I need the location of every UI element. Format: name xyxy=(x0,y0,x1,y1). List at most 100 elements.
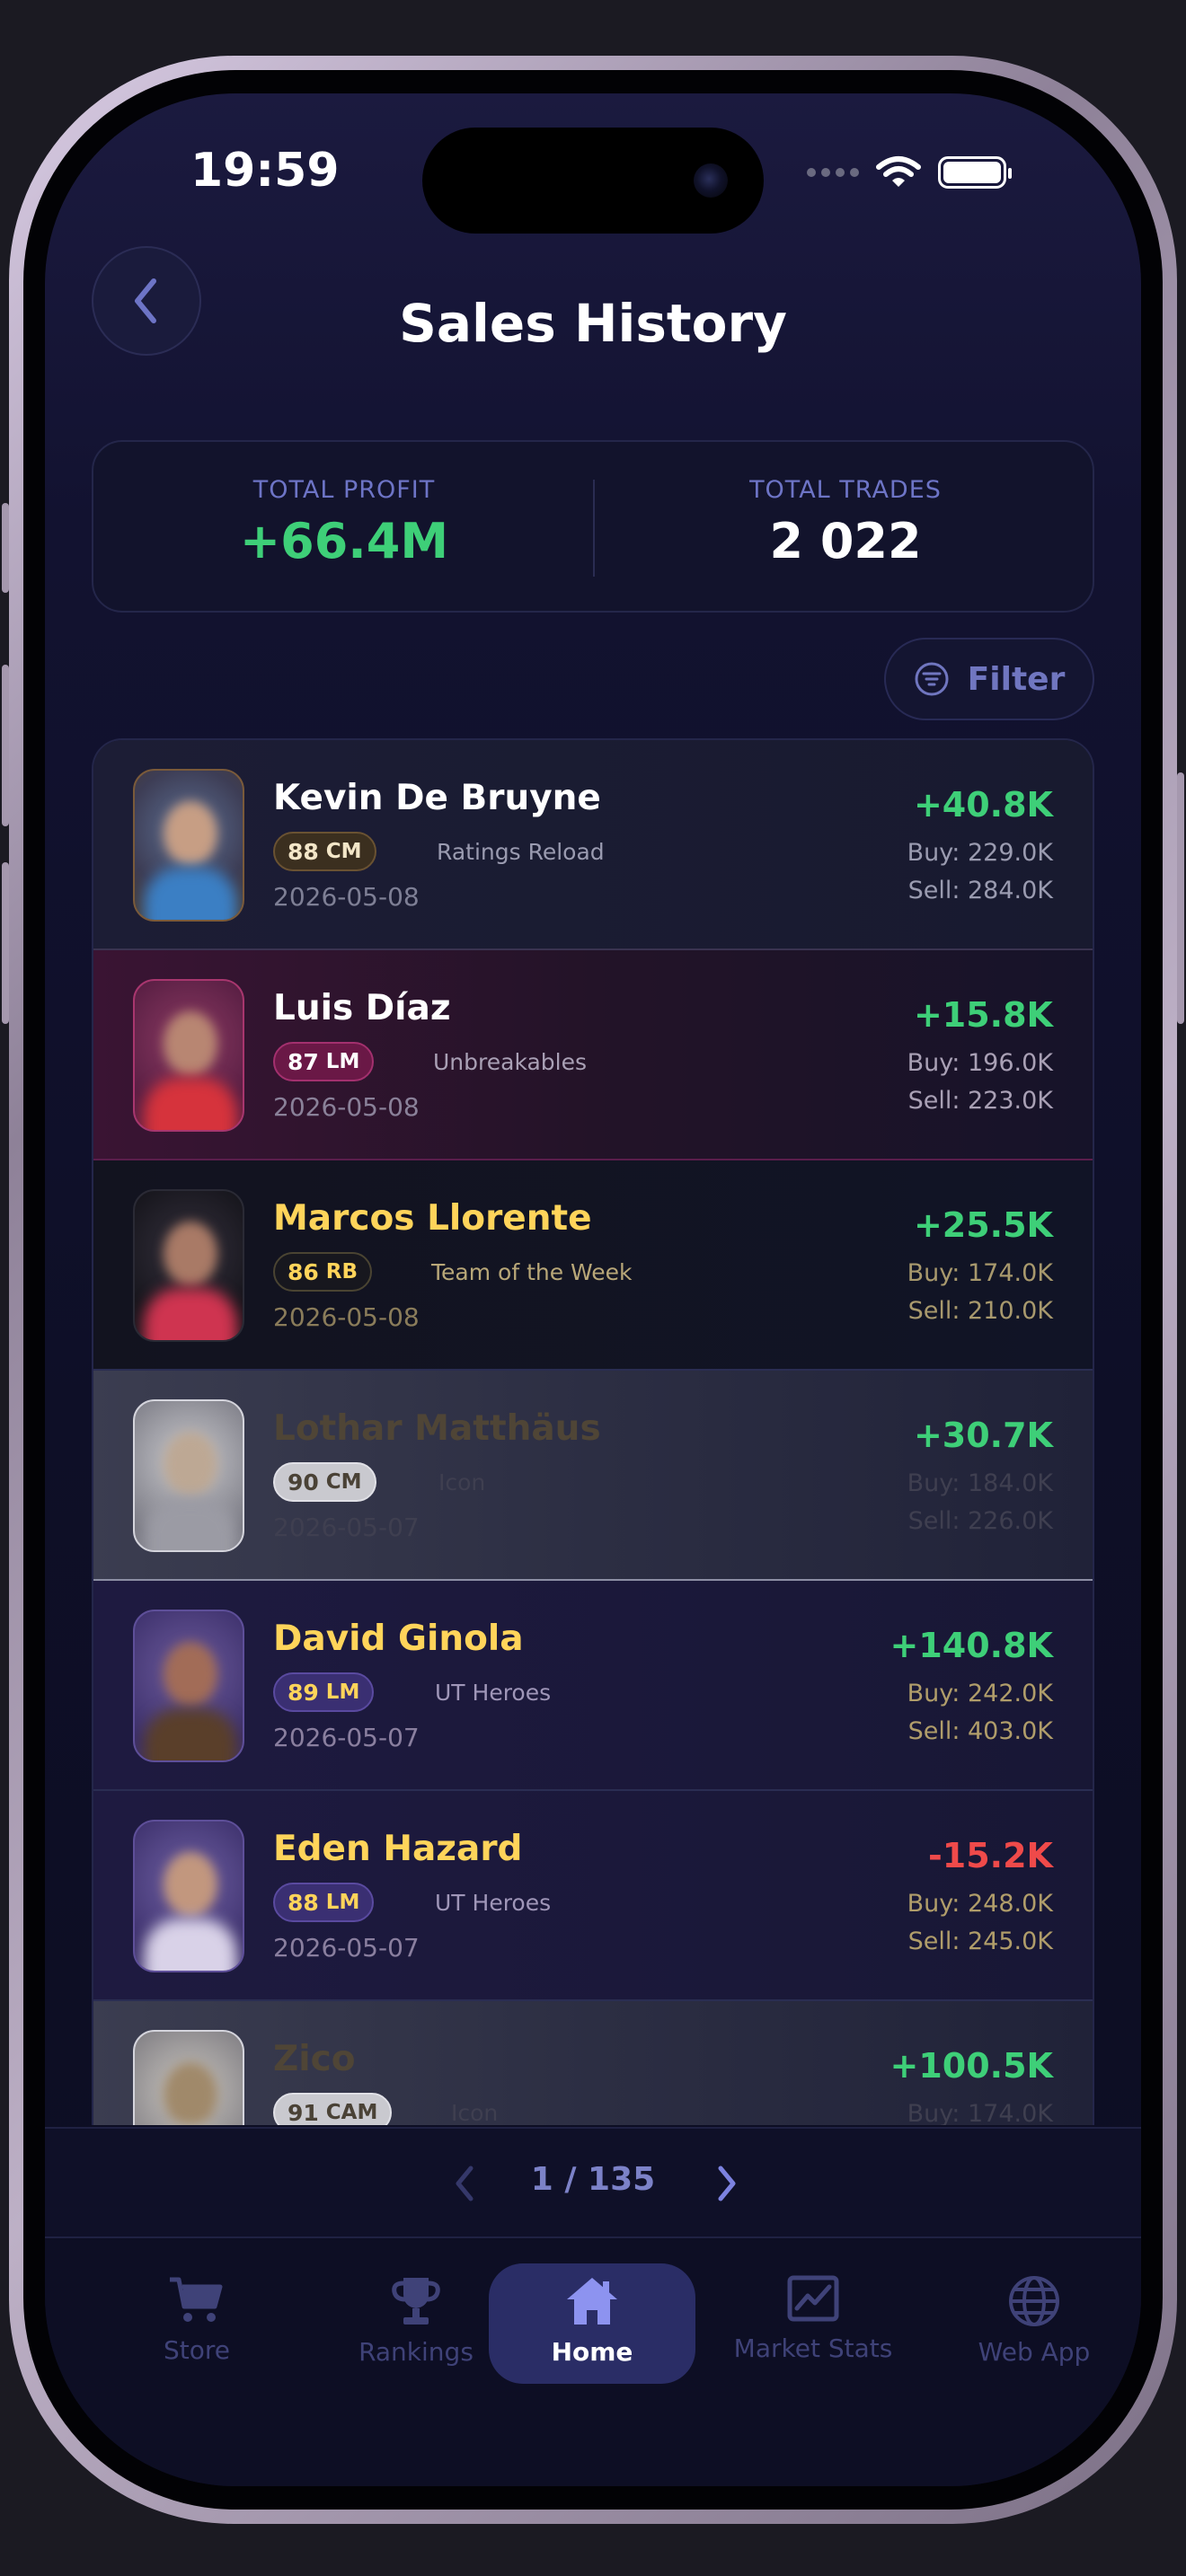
rating-value: 88 xyxy=(288,1889,319,1916)
profit-value: +30.7K xyxy=(913,1416,1053,1455)
promo-label: UT Heroes xyxy=(435,1890,552,1916)
tab-label: Store xyxy=(163,2335,230,2365)
buy-price: Buy: 229.0K xyxy=(907,839,1053,867)
filter-icon xyxy=(915,662,949,696)
profit-value: +140.8K xyxy=(890,1626,1053,1665)
globe-icon xyxy=(1009,2276,1059,2326)
player-avatar xyxy=(133,2030,244,2125)
total-profit-value: +66.4M xyxy=(239,513,449,569)
tab-label: Web App xyxy=(978,2337,1091,2367)
promo-label: Icon xyxy=(451,2100,499,2125)
total-profit: TOTAL PROFIT +66.4M xyxy=(93,442,595,614)
tab-store[interactable]: Store xyxy=(93,2263,300,2384)
sale-row[interactable]: Lothar Matthäus 90 CM Icon 2026-05-07 +3… xyxy=(93,1371,1093,1581)
profit-value: -15.2K xyxy=(928,1836,1053,1875)
profit-value: +15.8K xyxy=(913,995,1053,1035)
next-page-icon[interactable] xyxy=(708,2161,744,2206)
player-avatar xyxy=(133,1189,244,1342)
position-value: RB xyxy=(325,1260,358,1284)
player-avatar xyxy=(133,979,244,1132)
player-avatar xyxy=(133,1399,244,1552)
battery-icon xyxy=(938,156,1012,189)
promo-label: Team of the Week xyxy=(431,1259,633,1285)
player-name: Luis Díaz xyxy=(273,988,451,1028)
tab-market-stats[interactable]: Market Stats xyxy=(710,2263,916,2384)
player-name: Eden Hazard xyxy=(273,1829,523,1869)
player-avatar xyxy=(133,1610,244,1762)
tab-label: Home xyxy=(551,2337,633,2367)
volume-down-button xyxy=(2,862,9,1024)
buy-price: Buy: 196.0K xyxy=(907,1049,1053,1077)
buy-price: Buy: 184.0K xyxy=(907,1469,1053,1497)
summary-card: TOTAL PROFIT +66.4M TOTAL TRADES 2 022 xyxy=(92,440,1094,613)
sale-row[interactable]: Kevin De Bruyne 88 CM Ratings Reload 202… xyxy=(93,740,1093,950)
rating-badge: 90 CM xyxy=(273,1462,376,1502)
promo-label: Icon xyxy=(438,1469,486,1495)
total-trades-label: TOTAL TRADES xyxy=(749,476,942,504)
sell-price: Sell: 403.0K xyxy=(907,1717,1053,1745)
sale-row[interactable]: Marcos Llorente 86 RB Team of the Week 2… xyxy=(93,1160,1093,1371)
wifi-icon xyxy=(876,156,921,187)
sell-price: Sell: 226.0K xyxy=(907,1507,1053,1535)
sale-row[interactable]: Luis Díaz 87 LM Unbreakables 2026-05-08 … xyxy=(93,950,1093,1160)
home-icon xyxy=(567,2278,617,2325)
sale-date: 2026-05-07 xyxy=(273,1933,420,1963)
sale-date: 2026-05-08 xyxy=(273,1302,420,1332)
tab-web-app[interactable]: Web App xyxy=(931,2263,1137,2384)
profit-value: +25.5K xyxy=(913,1205,1053,1245)
profit-value: +40.8K xyxy=(913,785,1053,825)
promo-label: Unbreakables xyxy=(433,1049,588,1075)
screen: 19:59 Sales History TOTAL PROFIT +66.4M … xyxy=(45,93,1141,2486)
profit-value: +100.5K xyxy=(890,2046,1053,2086)
cart-icon xyxy=(170,2277,223,2322)
sale-row[interactable]: Eden Hazard 88 LM UT Heroes 2026-05-07 -… xyxy=(93,1791,1093,2001)
trophy-icon xyxy=(392,2278,440,2325)
position-value: CM xyxy=(325,1470,362,1494)
promo-label: Ratings Reload xyxy=(437,839,605,865)
position-value: CM xyxy=(325,840,362,863)
filter-label: Filter xyxy=(967,660,1066,698)
rating-value: 88 xyxy=(288,838,319,865)
sales-list[interactable]: Kevin De Bruyne 88 CM Ratings Reload 202… xyxy=(92,738,1094,2125)
side-button xyxy=(2,503,9,593)
rating-value: 91 xyxy=(288,2099,319,2126)
player-avatar xyxy=(133,1820,244,1972)
buy-price: Buy: 174.0K xyxy=(907,1259,1053,1287)
sell-price: Sell: 223.0K xyxy=(907,1087,1053,1115)
position-value: LM xyxy=(325,1891,360,1914)
dynamic-island xyxy=(422,128,764,234)
sale-date: 2026-05-08 xyxy=(273,1092,420,1122)
position-value: LM xyxy=(325,1050,360,1073)
buy-price: Buy: 174.0K xyxy=(907,2100,1053,2125)
position-value: CAM xyxy=(325,2101,378,2124)
volume-up-button xyxy=(2,665,9,826)
total-trades-value: 2 022 xyxy=(769,513,922,569)
filter-button[interactable]: Filter xyxy=(884,638,1094,720)
promo-label: UT Heroes xyxy=(435,1680,552,1706)
sale-date: 2026-05-07 xyxy=(273,1513,420,1542)
tab-home[interactable]: Home xyxy=(489,2263,695,2384)
rating-value: 86 xyxy=(288,1258,319,1285)
sell-price: Sell: 210.0K xyxy=(907,1297,1053,1325)
rating-badge: 88 CM xyxy=(273,832,376,871)
rating-value: 87 xyxy=(288,1048,319,1075)
signal-icon xyxy=(807,168,859,177)
position-value: LM xyxy=(325,1681,360,1704)
total-profit-label: TOTAL PROFIT xyxy=(252,476,436,504)
player-name: Lothar Matthäus xyxy=(273,1408,601,1449)
chart-icon xyxy=(787,2275,839,2322)
sale-row[interactable]: David Ginola 89 LM UT Heroes 2026-05-07 … xyxy=(93,1581,1093,1791)
status-icons xyxy=(807,154,1012,190)
page-indicator: 1 / 135 xyxy=(530,2161,656,2198)
rating-badge: 89 LM xyxy=(273,1672,375,1712)
rating-badge: 86 RB xyxy=(273,1252,373,1292)
rating-badge: 91 CAM xyxy=(273,2093,393,2126)
sale-date: 2026-05-08 xyxy=(273,882,420,912)
rating-badge: 88 LM xyxy=(273,1883,375,1922)
pagination: 1 / 135 xyxy=(45,2127,1141,2238)
sale-date: 2026-05-07 xyxy=(273,1723,420,1752)
sale-row[interactable]: Zico 91 CAM Icon +100.5K Buy: 174.0K xyxy=(93,2001,1093,2125)
total-trades: TOTAL TRADES 2 022 xyxy=(595,442,1096,614)
power-button xyxy=(1177,772,1184,1024)
status-time: 19:59 xyxy=(190,144,340,198)
